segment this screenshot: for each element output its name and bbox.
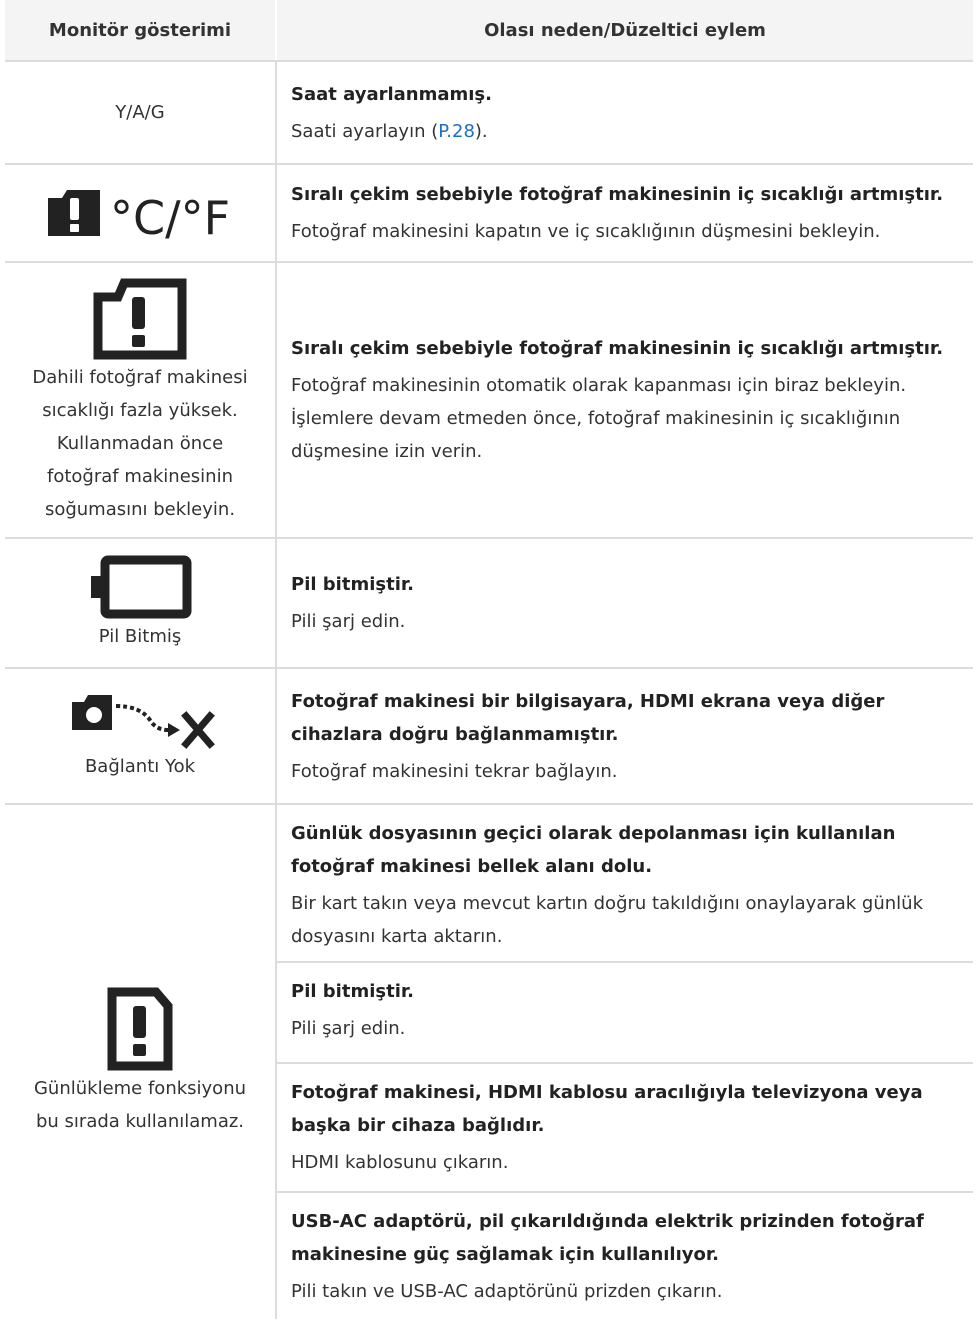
- camera-no-connection-icon: [72, 694, 215, 749]
- table-header: Monitör gösterimi Olası neden/Düzeltici …: [5, 0, 973, 62]
- monitor-display-cell: Y/A/G: [5, 61, 277, 165]
- sub-cause: Pil bitmiştir. Pili şarj edin.: [277, 963, 973, 1064]
- monitor-display-cell: Pil Bitmiş: [5, 538, 277, 669]
- display-text-line: bu sırada kullanılamaz.: [35, 1111, 245, 1132]
- cause-title: Saat ayarlanmamış.: [291, 83, 492, 105]
- table-row: Pil Bitmiş Pil bitmiştir. Pili şarj edin…: [5, 538, 973, 669]
- cause-title: USB-AC adaptörü, pil çıkarıldığında elek…: [291, 1211, 924, 1265]
- display-text: Bağlantı Yok: [84, 755, 196, 777]
- svg-text:°C/°F: °C/°F: [110, 191, 230, 240]
- cause-cell: Saat ayarlanmamış. Saati ayarlayın (P.28…: [276, 61, 973, 165]
- log-warning-icon: [107, 987, 173, 1071]
- action-text: Fotoğraf makinesini tekrar bağlayın.: [291, 760, 618, 782]
- action-text: Pili takın ve USB-AC adaptörünü prizden …: [291, 1281, 723, 1302]
- cause-cell: Sıralı çekim sebebiyle fotoğraf makinesi…: [276, 164, 973, 263]
- table-row: Dahili fotoğraf makinesi sıcaklığı fazla…: [5, 262, 973, 539]
- action-text: Pili şarj edin.: [291, 1018, 406, 1039]
- display-text: Y/A/G: [115, 102, 165, 123]
- sub-cause: Fotoğraf makinesi, HDMI kablosu aracılığ…: [277, 1064, 973, 1193]
- cause-title: Fotoğraf makinesi, HDMI kablosu aracılığ…: [291, 1082, 923, 1136]
- display-text-line: Dahili fotoğraf makinesi: [32, 366, 248, 388]
- cause-title: Pil bitmiştir.: [291, 981, 415, 1002]
- action-text: HDMI kablosunu çıkarın.: [291, 1152, 509, 1173]
- table-row: Günlükleme fonksiyonu bu sırada kullanıl…: [5, 804, 973, 1319]
- sub-cause: USB-AC adaptörü, pil çıkarıldığında elek…: [277, 1193, 973, 1319]
- header-cause-action: Olası neden/Düzeltici eylem: [276, 0, 973, 62]
- action-text: Pili şarj edin.: [291, 611, 406, 632]
- action-text: Saati ayarlayın (P.28).: [291, 120, 488, 142]
- action-text: Fotoğraf makinesinin otomatik olarak kap…: [291, 375, 907, 462]
- cause-cell: Günlük dosyasının geçici olarak depolanm…: [276, 804, 973, 1319]
- monitor-display-cell: °C/°F: [5, 164, 277, 263]
- display-text-line: sıcaklığı fazla yüksek.: [42, 399, 238, 421]
- display-text: Pil Bitmiş: [98, 625, 182, 647]
- monitor-display-cell: Dahili fotoğraf makinesi sıcaklığı fazla…: [5, 262, 277, 539]
- header-monitor-display: Monitör gösterimi: [5, 0, 277, 62]
- cause-title: Günlük dosyasının geçici olarak depolanm…: [291, 823, 896, 877]
- cause-title: Fotoğraf makinesi bir bilgisayara, HDMI …: [291, 690, 885, 745]
- display-text-line: Kullanmadan önce: [56, 432, 224, 454]
- cause-cell: Sıralı çekim sebebiyle fotoğraf makinesi…: [276, 262, 973, 539]
- cause-title: Sıralı çekim sebebiyle fotoğraf makinesi…: [291, 184, 944, 205]
- cause-title: Pil bitmiştir.: [291, 574, 415, 595]
- cause-cell: Pil bitmiştir. Pili şarj edin.: [276, 538, 973, 669]
- display-text-line: fotoğraf makinesinin: [46, 465, 233, 487]
- battery-empty-icon: [91, 555, 192, 618]
- table-row: Bağlantı Yok Fotoğraf makinesi bir bilgi…: [5, 668, 973, 805]
- sub-cause: Günlük dosyasının geçici olarak depolanm…: [277, 805, 973, 963]
- display-text-line: soğumasını bekleyin.: [44, 498, 236, 520]
- table-row: °C/°F Sıralı çekim sebebiyle fotoğraf ma…: [5, 164, 973, 263]
- monitor-display-cell: Bağlantı Yok: [5, 668, 277, 805]
- table-row: Y/A/G Saat ayarlanmamış. Saati ayarlayın…: [5, 61, 973, 165]
- troubleshooting-table: Monitör gösterimi Olası neden/Düzeltici …: [5, 0, 973, 1319]
- cause-cell: Fotoğraf makinesi bir bilgisayara, HDMI …: [276, 668, 973, 805]
- page-reference-link[interactable]: P.28: [438, 121, 475, 142]
- monitor-display-cell: Günlükleme fonksiyonu bu sırada kullanıl…: [5, 804, 277, 1319]
- cause-title: Sıralı çekim sebebiyle fotoğraf makinesi…: [291, 338, 944, 359]
- camera-warning-temperature-icon: °C/°F: [48, 190, 230, 240]
- display-text-line: Günlükleme fonksiyonu: [33, 1078, 247, 1099]
- camera-warning-icon: [93, 278, 187, 359]
- action-text: Fotoğraf makinesini kapatın ve iç sıcakl…: [291, 221, 881, 242]
- action-text: Bir kart takın veya mevcut kartın doğru …: [291, 893, 923, 947]
